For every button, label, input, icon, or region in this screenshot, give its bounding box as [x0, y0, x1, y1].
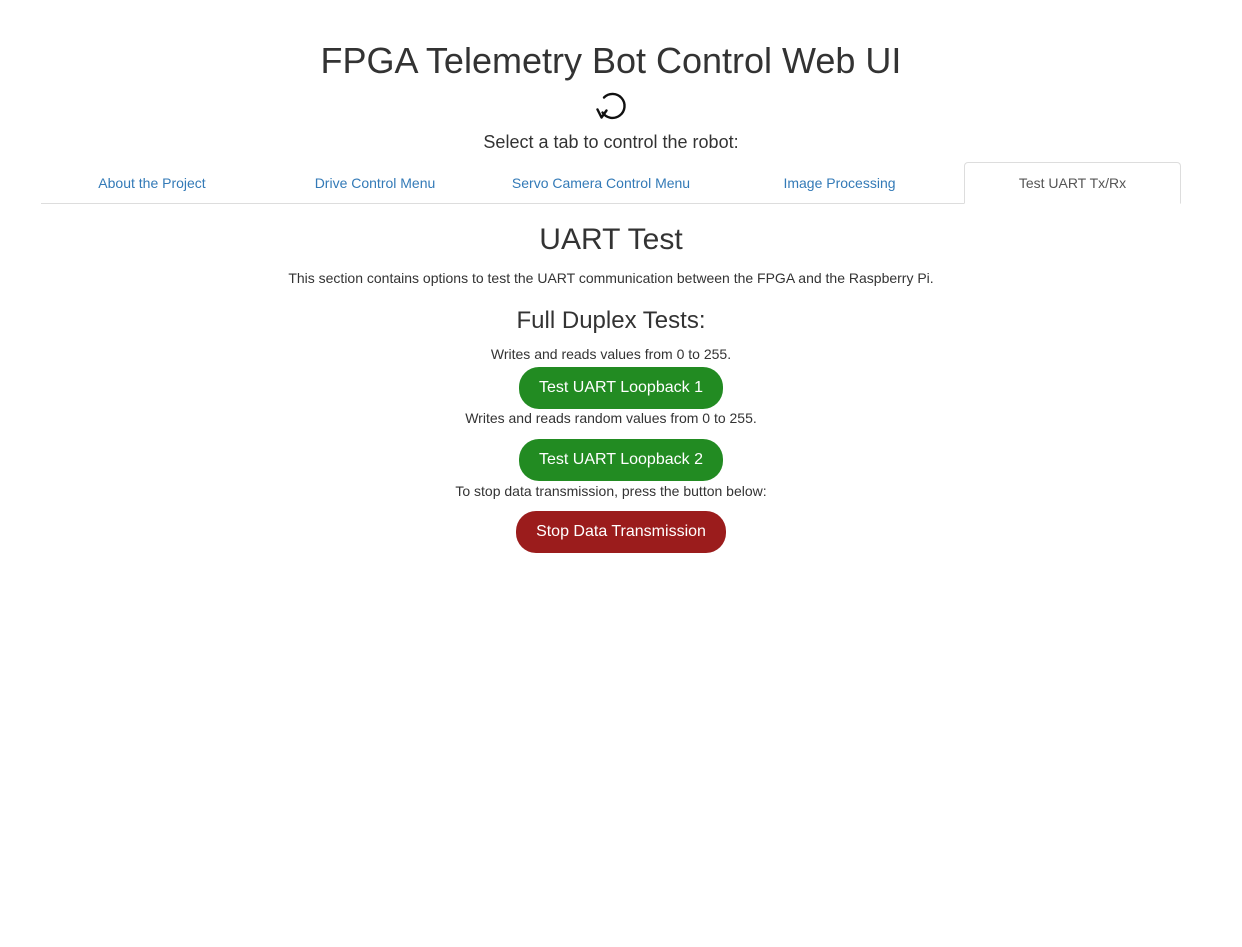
loopback2-note: Writes and reads random values from 0 to… — [465, 410, 757, 426]
tab-servo-camera-control[interactable]: Servo Camera Control Menu — [487, 162, 715, 203]
test-uart-loopback-1-button[interactable]: Test UART Loopback 1 — [519, 367, 723, 409]
page-subtitle: Select a tab to control the robot: — [483, 132, 739, 152]
tab-about-project[interactable]: About the Project — [41, 162, 263, 203]
tab-label: Drive Control Menu — [314, 174, 436, 191]
uart-test-panel: UART Test This section contains options … — [0, 218, 1222, 553]
tab-drive-control[interactable]: Drive Control Menu — [263, 162, 487, 203]
stop-data-transmission-button[interactable]: Stop Data Transmission — [516, 511, 726, 553]
stop-note: To stop data transmission, press the but… — [455, 483, 767, 499]
section-title: UART Test — [539, 223, 683, 256]
tab-label: Test UART Tx/Rx — [1018, 175, 1127, 191]
page: FPGA Telemetry Bot Control Web UI Select… — [0, 0, 1242, 947]
tab-label: About the Project — [98, 174, 206, 191]
full-duplex-title: Full Duplex Tests: — [516, 307, 706, 334]
tab-bar: About the Project Drive Control Menu Ser… — [41, 162, 1181, 204]
tab-test-uart[interactable]: Test UART Tx/Rx — [964, 162, 1181, 204]
tab-image-processing[interactable]: Image Processing — [715, 162, 964, 203]
loopback1-note: Writes and reads values from 0 to 255. — [490, 346, 732, 362]
tab-label: Servo Camera Control Menu — [511, 174, 691, 191]
test-uart-loopback-2-button[interactable]: Test UART Loopback 2 — [519, 439, 723, 481]
tab-label: Image Processing — [783, 174, 896, 191]
refresh-icon[interactable] — [593, 90, 629, 126]
section-description: This section contains options to test th… — [288, 270, 934, 286]
page-title: FPGA Telemetry Bot Control Web UI — [320, 40, 902, 81]
